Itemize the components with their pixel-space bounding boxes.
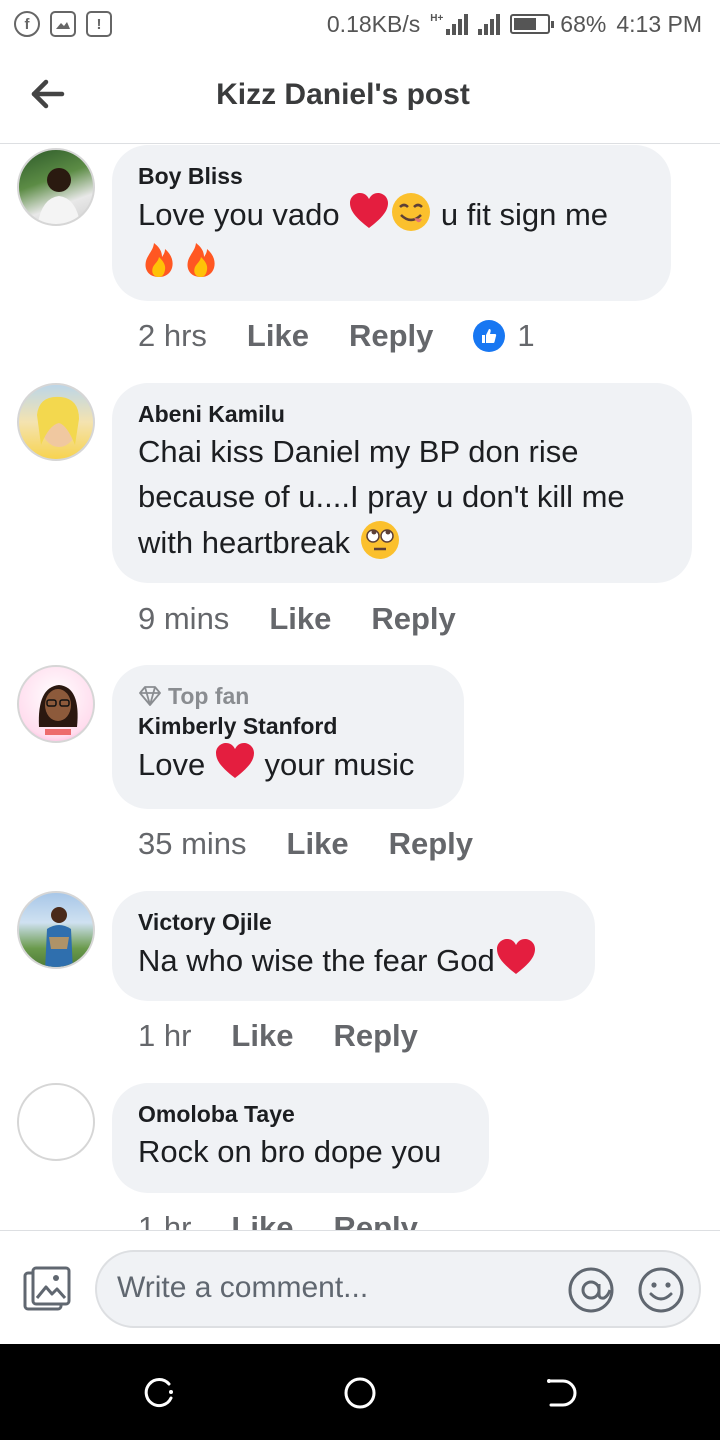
comment-composer: Write a comment... <box>0 1230 720 1344</box>
comment-input[interactable]: Write a comment... <box>95 1250 701 1328</box>
battery-icon <box>510 14 555 34</box>
recent-apps-icon[interactable] <box>143 1376 177 1410</box>
comment-actions: 1 hr Like Reply <box>138 1018 458 1054</box>
home-icon[interactable] <box>343 1376 377 1410</box>
comment-time[interactable]: 2 hrs <box>138 318 207 354</box>
comment-text-part: with heartbreak <box>138 525 350 560</box>
reaction-summary[interactable]: 1 <box>473 318 535 354</box>
status-right: 0.18KB/s H+ 68% 4:13 PM <box>327 11 702 38</box>
comment-text-part: u fit sign me <box>440 197 609 232</box>
fire-icon <box>145 243 173 277</box>
reply-button[interactable]: Reply <box>333 1018 417 1054</box>
comment-author[interactable]: Boy Bliss <box>138 161 645 191</box>
clock: 4:13 PM <box>616 10 702 37</box>
top-fan-badge: Top fan <box>138 681 438 711</box>
comments-list[interactable]: Boy Bliss Love you vado u fit sign me 2 … <box>0 145 720 1230</box>
diamond-icon <box>139 686 161 706</box>
comment-actions: 9 mins Like Reply <box>138 601 496 637</box>
image-notification-icon <box>50 11 76 37</box>
eye-roll-face-icon <box>360 521 399 559</box>
comment-text-part: Love <box>138 747 206 782</box>
comment-actions: 35 mins Like Reply <box>138 826 513 862</box>
network-speed: 0.18KB/s <box>326 10 421 37</box>
comment-bubble[interactable]: Boy Bliss Love you vado u fit sign me <box>112 145 671 301</box>
red-heart-icon <box>215 743 254 778</box>
comment-time[interactable]: 9 mins <box>138 601 229 637</box>
emoji-icon[interactable] <box>637 1266 685 1314</box>
comment-text-part: Love you vado <box>138 197 340 232</box>
red-heart-icon <box>350 193 389 228</box>
comment-author[interactable]: Omoloba Taye <box>138 1099 463 1129</box>
comment-author[interactable]: Kimberly Stanford <box>138 711 438 741</box>
like-button[interactable]: Like <box>287 826 349 862</box>
signal-icon: H+ <box>430 13 469 35</box>
status-bar: f ! 0.18KB/s H+ 68% 4:13 PM <box>0 0 720 48</box>
like-button[interactable]: Like <box>247 318 309 354</box>
signal-2-icon <box>478 13 501 35</box>
comment-time[interactable]: 1 hr <box>138 1018 191 1054</box>
comment-text: Love you vado u fit sign me <box>138 191 645 283</box>
avatar[interactable] <box>17 148 95 226</box>
red-heart-icon <box>496 939 535 974</box>
system-nav-bar <box>0 1344 720 1440</box>
like-button[interactable]: Like <box>231 1210 293 1230</box>
comment-text: Chai kiss Daniel my BP don rise because … <box>138 429 666 565</box>
back-nav-icon[interactable] <box>543 1376 577 1410</box>
like-button[interactable]: Like <box>231 1018 293 1054</box>
comment-actions: 2 hrs Like Reply 1 <box>138 318 535 354</box>
comment-time[interactable]: 35 mins <box>138 826 247 862</box>
avatar[interactable] <box>17 665 95 743</box>
reaction-count: 1 <box>517 318 535 353</box>
network-type: H+ <box>430 13 444 24</box>
alert-notification-icon: ! <box>86 11 112 37</box>
status-notification-icons: f ! <box>14 11 112 37</box>
avatar[interactable] <box>17 891 95 969</box>
avatar[interactable] <box>17 383 95 461</box>
thumbs-up-icon <box>473 320 506 352</box>
comment-bubble[interactable]: Victory Ojile Na who wise the fear God <box>112 891 595 1001</box>
comment-actions: 1 hr Like Reply <box>138 1210 458 1230</box>
page-title: Kizz Daniel's post <box>216 78 470 111</box>
comment-text: Rock on bro dope you <box>138 1134 442 1169</box>
avatar[interactable] <box>17 1083 95 1161</box>
photo-gallery-icon[interactable] <box>22 1265 72 1313</box>
comment-bubble[interactable]: Omoloba Taye Rock on bro dope you <box>112 1083 489 1193</box>
facebook-notification-icon: f <box>14 11 40 37</box>
comment-text: Na who wise the fear God <box>138 937 569 983</box>
battery-percent: 68% <box>560 10 607 37</box>
comment-input-placeholder: Write a comment... <box>117 1271 369 1304</box>
comment-author[interactable]: Abeni Kamilu <box>138 399 666 429</box>
comment-text-part: your music <box>264 747 415 782</box>
page-header: Kizz Daniel's post <box>0 48 720 144</box>
comment-text: Love your music <box>138 741 438 787</box>
mention-icon[interactable] <box>567 1266 615 1314</box>
reply-button[interactable]: Reply <box>371 601 455 637</box>
comment-text-part: Na who wise the fear God <box>138 943 495 978</box>
comment-time[interactable]: 1 hr <box>138 1210 191 1230</box>
fire-icon <box>187 243 215 277</box>
reply-button[interactable]: Reply <box>389 826 473 862</box>
top-fan-label: Top fan <box>168 683 250 709</box>
comment-text-part: because of u....I pray u don't kill me <box>138 479 625 514</box>
comment-bubble[interactable]: Top fan Kimberly Stanford Love your musi… <box>112 665 464 809</box>
like-button[interactable]: Like <box>269 601 331 637</box>
reply-button[interactable]: Reply <box>333 1210 417 1230</box>
reply-button[interactable]: Reply <box>349 318 433 354</box>
yum-face-icon <box>392 193 431 231</box>
comment-text-part: Chai kiss Daniel my BP don rise <box>138 434 579 469</box>
comment-author[interactable]: Victory Ojile <box>138 907 569 937</box>
comment-bubble[interactable]: Abeni Kamilu Chai kiss Daniel my BP don … <box>112 383 692 583</box>
